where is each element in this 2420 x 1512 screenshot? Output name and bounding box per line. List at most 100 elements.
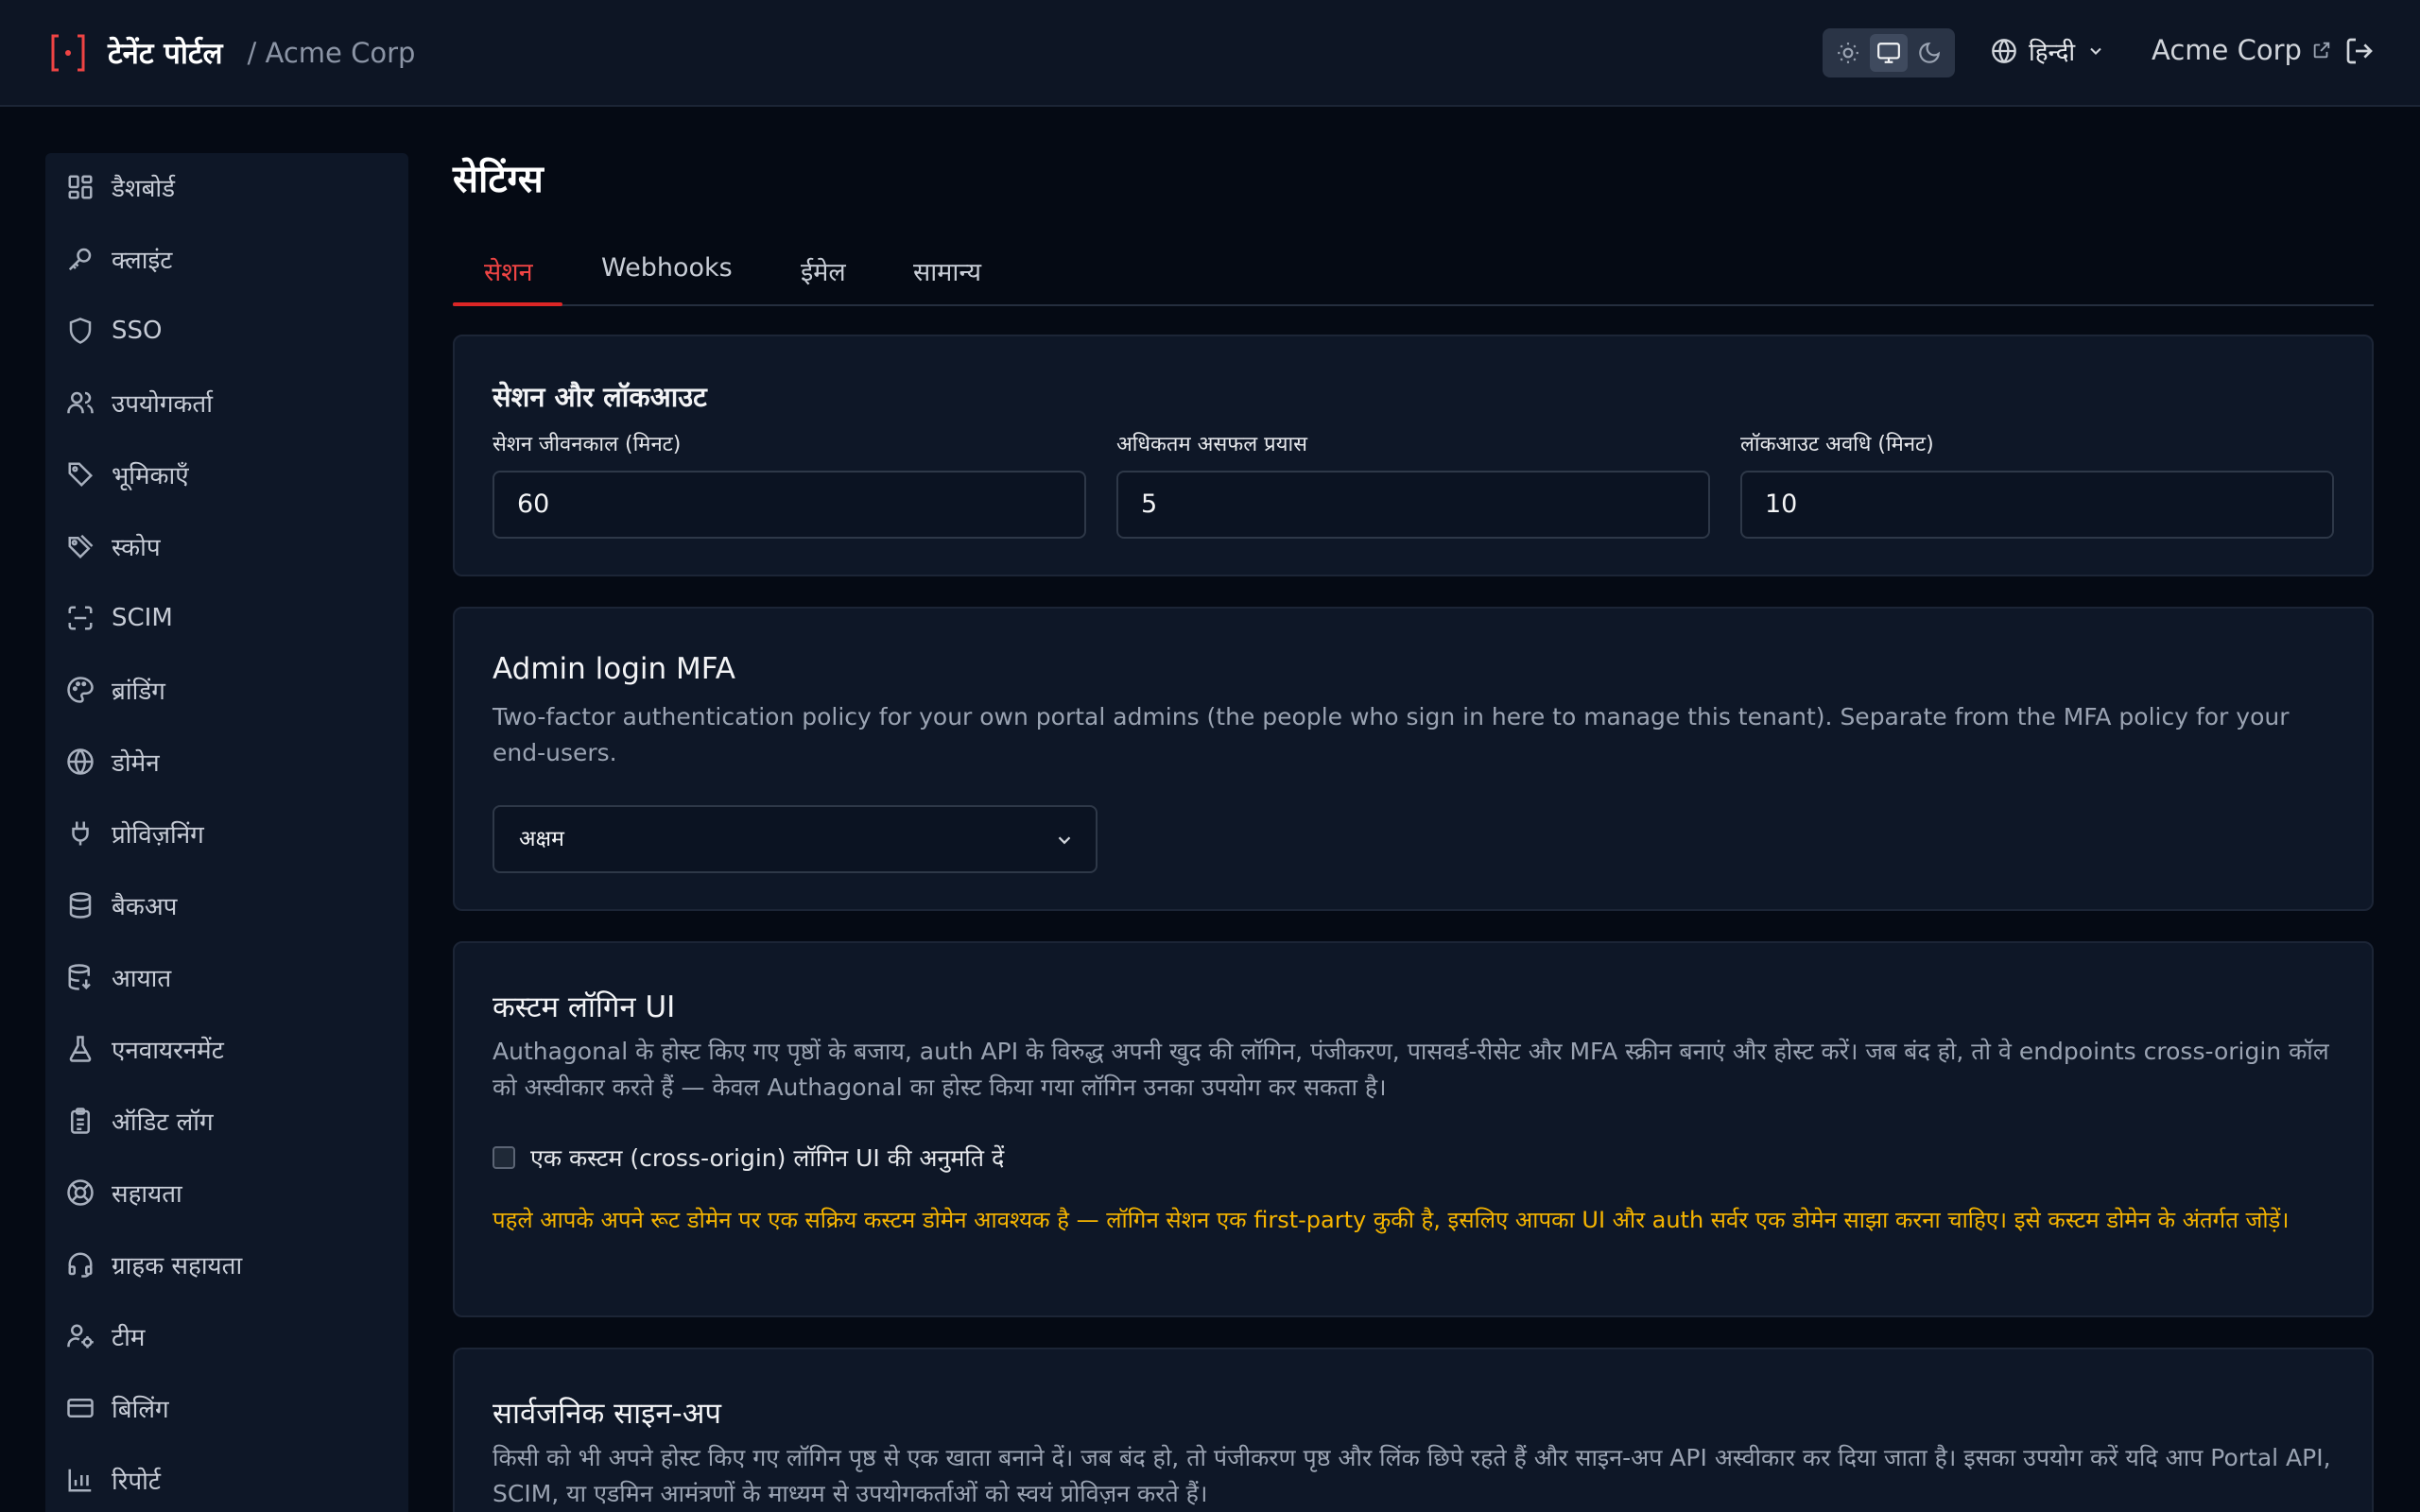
session-card-title: सेशन और लॉकआउट [493,381,707,413]
plug-icon [72,821,89,846]
admin-mfa-selected-value: अक्षम [519,827,564,851]
logout-icon [2346,38,2373,64]
active-tab-indicator [453,302,562,306]
allow-custom-login-row[interactable]: एक कस्टम (cross-origin) लॉगिन UI की अनुम… [493,1142,1004,1174]
admin-mfa-description: Two-factor authentication policy for you… [493,703,2290,766]
public-signup-title: सार्वजनिक साइन-अप [493,1397,722,1431]
tenant-breadcrumb: / Acme Corp [247,37,416,69]
external-link-icon [2313,42,2330,59]
user-gear-icon [67,1324,94,1349]
sidebar-item-reports[interactable]: रिपोर्ट [66,1455,388,1504]
key-icon [68,248,92,271]
brand-logo-icon [49,32,87,74]
sidebar-item-label: SSO [112,317,163,345]
custom-login-title: कस्टम लॉगिन UI [493,990,676,1024]
sun-icon [1838,43,1859,63]
sidebar-item-sso[interactable]: SSO [66,306,388,355]
tags-icon [68,534,94,559]
session-lifetime-input[interactable]: 60 [493,471,1086,539]
sidebar-item-label: टीम [112,1324,146,1352]
sidebar-item-backup[interactable]: बैकअप [66,881,388,930]
monitor-icon [1877,43,1900,63]
sidebar-item-label: स्कोप [112,534,161,562]
tenant-external-link[interactable]: Acme Corp [2152,34,2332,66]
sidebar-item-label: भूमिकाएँ [112,462,189,490]
tab-general[interactable]: सामान्य [913,253,981,288]
sidebar-item-label: ग्राहक सहायता [112,1252,243,1280]
users-icon [67,391,94,414]
tab-email[interactable]: ईमेल [801,253,846,288]
sidebar-item-audit-log[interactable]: ऑडिट लॉग [66,1096,388,1145]
moon-icon [1918,42,1940,63]
max-failed-attempts-input[interactable]: 5 [1116,471,1710,539]
brand-name: टेनेंट पोर्टल [108,37,223,71]
clipboard-icon [71,1108,90,1134]
palette-icon [67,677,94,703]
admin-mfa-select[interactable]: अक्षम [493,805,1098,873]
system-theme-button[interactable] [1869,34,1908,72]
session-lifetime-label: सेशन जीवनकाल (मिनट) [493,433,682,456]
sidebar-item-environments[interactable]: एनवायरनमेंट [66,1024,388,1074]
scan-icon [68,606,93,630]
custom-login-description: Authagonal के होस्ट किए गए पृष्ठों के बज… [493,1038,2329,1101]
top-header: टेनेंट पोर्टल / Acme Corp हिन्दी Acme Co… [0,0,2420,107]
globe-icon [67,748,94,775]
sidebar-item-team[interactable]: टीम [66,1312,388,1361]
sidebar-item-label: रिपोर्ट [112,1468,161,1496]
light-theme-button[interactable] [1829,34,1867,72]
dashboard-icon [68,175,93,199]
sidebar-item-dashboard[interactable]: डैशबोर्ड [66,163,388,212]
theme-toggle [1823,28,1955,77]
language-selector[interactable]: हिन्दी [1991,34,2105,68]
tag-icon [68,462,94,488]
max-failed-attempts-label: अधिकतम असफल प्रयास [1116,433,1308,456]
sidebar-item-label: प्रोविज़निंग [112,821,204,850]
sidebar-item-users[interactable]: उपयोगकर्ता [66,378,388,427]
custom-domain-warning: पहले आपके अपने रूट डोमेन पर एक सक्रिय कस… [493,1207,2290,1233]
brand[interactable]: टेनेंट पोर्टल / Acme Corp [49,32,415,74]
sidebar-item-provisioning[interactable]: प्रोविज़निंग [66,809,388,858]
lockout-duration-input[interactable]: 10 [1740,471,2334,539]
tab-webhooks[interactable]: Webhooks [601,253,733,283]
allow-custom-login-label: एक कस्टम (cross-origin) लॉगिन UI की अनुम… [530,1144,1005,1172]
chevron-down-icon [1058,836,1071,845]
sidebar-item-label: क्लाइंट [112,247,173,275]
sidebar-item-label: डोमेन [112,749,160,778]
sidebar-item-domains[interactable]: डोमेन [66,737,388,786]
lockout-duration-label: लॉकआउट अवधि (मिनट) [1740,433,1934,456]
sidebar-item-label: डैशबोर्ड [112,175,176,203]
sidebar: डैशबोर्ड क्लाइंट SSO उपयोगकर्ता भूमिकाएँ… [45,153,408,1512]
tab-session[interactable]: सेशन [484,253,533,288]
sidebar-item-label: SCIM [112,604,173,632]
sidebar-item-help[interactable]: सहायता [66,1168,388,1217]
headset-icon [68,1252,93,1278]
flask-icon [69,1036,92,1062]
public-signup-description: किसी को भी अपने होस्ट किए गए लॉगिन पृष्ठ… [493,1444,2331,1507]
sidebar-item-label: उपयोगकर्ता [112,390,213,419]
allow-custom-login-checkbox[interactable] [493,1146,515,1169]
custom-login-ui-card: कस्टम लॉगिन UI Authagonal के होस्ट किए ग… [453,941,2374,1317]
sidebar-item-customer-support[interactable]: ग्राहक सहायता [66,1240,388,1289]
sidebar-item-billing[interactable]: बिलिंग [66,1383,388,1433]
sidebar-item-label: ब्रांडिंग [112,678,165,706]
sidebar-item-branding[interactable]: ब्रांडिंग [66,665,388,714]
sidebar-item-label: बिलिंग [112,1396,169,1424]
sidebar-item-clients[interactable]: क्लाइंट [66,234,388,284]
database-icon [69,892,92,919]
sidebar-item-scim[interactable]: SCIM [66,593,388,643]
admin-mfa-title: Admin login MFA [493,652,735,686]
sidebar-item-scopes[interactable]: स्कोप [66,522,388,571]
shield-icon [69,318,92,344]
settings-tabs: सेशन Webhooks ईमेल सामान्य [453,240,2374,306]
sidebar-item-roles[interactable]: भूमिकाएँ [66,450,388,499]
sidebar-item-label: आयात [112,965,172,993]
sidebar-item-import[interactable]: आयात [66,953,388,1002]
dark-theme-button[interactable] [1910,34,1948,72]
globe-icon [1992,39,2016,63]
public-signup-card: सार्वजनिक साइन-अप किसी को भी अपने होस्ट … [453,1348,2374,1512]
sidebar-item-label: बैकअप [112,893,178,921]
sidebar-item-label: ऑडिट लॉग [112,1108,214,1137]
sidebar-item-label: सहायता [112,1180,182,1209]
tenant-link-label: Acme Corp [2152,34,2302,66]
logout-button[interactable] [2344,36,2375,70]
